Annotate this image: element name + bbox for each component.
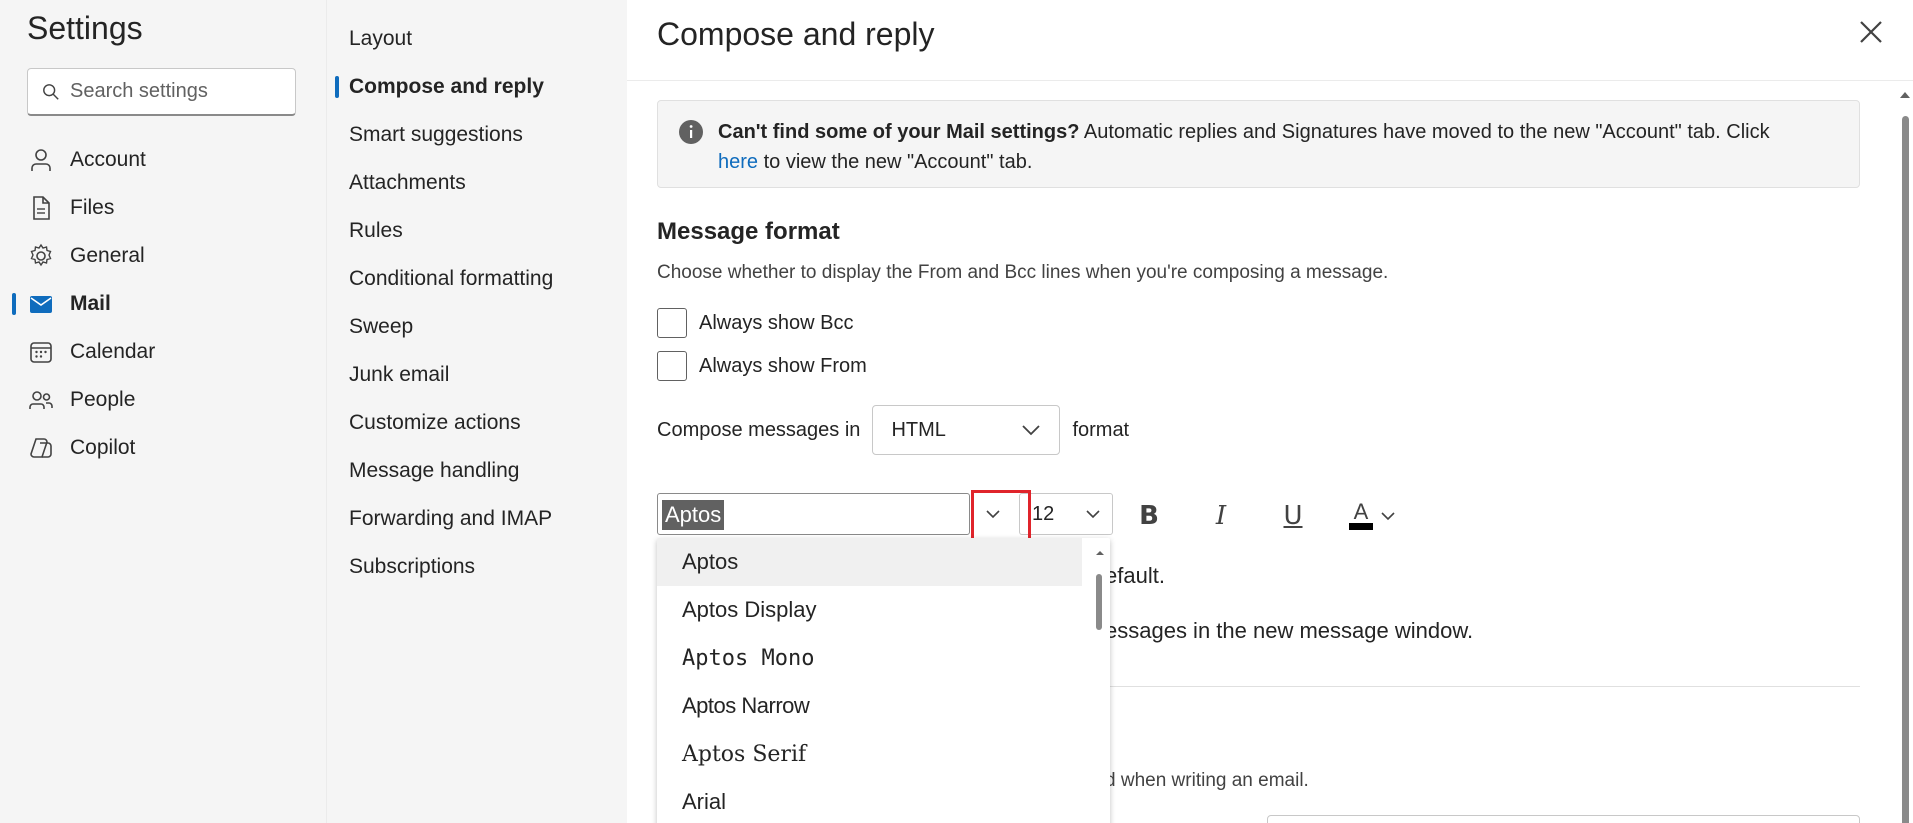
sub-item-rules[interactable]: Rules: [349, 211, 403, 251]
settings-nav-pane: Settings Account Files General Mail Cale…: [0, 0, 326, 823]
search-settings-box[interactable]: [27, 68, 296, 116]
checkbox-label: Always show Bcc: [699, 311, 854, 334]
sub-item-customize-actions[interactable]: Customize actions: [349, 403, 521, 443]
sub-item-message-handling[interactable]: Message handling: [349, 451, 519, 491]
header-divider: [627, 80, 1913, 81]
nav-item-calendar[interactable]: Calendar: [0, 330, 326, 374]
nav-item-label: General: [70, 244, 145, 267]
nav-item-label: People: [70, 388, 136, 411]
sub-item-conditional-formatting[interactable]: Conditional formatting: [349, 259, 553, 299]
nav-item-general[interactable]: General: [0, 234, 326, 278]
new-window-text-partial: essages in the new message window.: [1105, 618, 1474, 643]
font-dropdown-list: Aptos Aptos Display Aptos Mono Aptos Nar…: [657, 538, 1110, 823]
dropdown-scrollbar-thumb[interactable]: [1096, 574, 1102, 630]
nav-item-label: Files: [70, 196, 115, 219]
compose-format-select[interactable]: HTML: [872, 405, 1061, 455]
chevron-down-icon: [1086, 510, 1100, 519]
chevron-down-icon: [1381, 512, 1395, 521]
people-icon: [29, 391, 53, 409]
info-icon: [679, 120, 703, 144]
sub-item-compose-and-reply[interactable]: Compose and reply: [335, 67, 544, 107]
message-format-description: Choose whether to display the From and B…: [657, 262, 1389, 283]
sub-item-smart-suggestions[interactable]: Smart suggestions: [349, 115, 523, 155]
checkbox-box[interactable]: [657, 351, 687, 381]
nav-item-account[interactable]: Account: [0, 138, 326, 182]
mail-subsettings-nav: Layout Compose and reply Smart suggestio…: [326, 0, 627, 823]
checkbox-label: Always show From: [699, 354, 867, 377]
font-name-combobox[interactable]: Aptos: [657, 493, 970, 535]
nav-item-label: Copilot: [70, 436, 136, 459]
calendar-icon: [30, 342, 52, 363]
page-title: Compose and reply: [657, 16, 935, 52]
nav-item-label: Account: [70, 148, 146, 171]
checkbox-box[interactable]: [657, 308, 687, 338]
nav-item-files[interactable]: Files: [0, 186, 326, 230]
font-name-value[interactable]: Aptos: [662, 500, 725, 530]
always-show-bcc-checkbox[interactable]: Always show Bcc: [657, 308, 854, 338]
nav-item-label: Mail: [70, 292, 111, 315]
person-icon: [31, 149, 51, 171]
close-icon[interactable]: [1853, 14, 1889, 50]
banner-text: Automatic replies and Signatures have mo…: [1079, 121, 1770, 143]
compose-and-reply-panel: Compose and reply Can't find some of you…: [627, 0, 1913, 823]
underline-button[interactable]: U: [1275, 498, 1311, 534]
sub-item-subscriptions[interactable]: Subscriptions: [349, 547, 475, 587]
message-format-heading: Message format: [657, 218, 840, 245]
always-show-from-checkbox[interactable]: Always show From: [657, 351, 867, 381]
compose-suffix-label: format: [1072, 418, 1130, 441]
compose-format-row: Compose messages in HTML format: [657, 405, 1129, 455]
nav-item-people[interactable]: People: [0, 378, 326, 422]
font-option-aptos-narrow[interactable]: Aptos Narrow: [657, 682, 1082, 730]
banner-text-2: to view the new "Account" tab.: [758, 151, 1033, 173]
account-tab-link[interactable]: here: [718, 151, 758, 173]
bold-button[interactable]: B: [1131, 498, 1167, 534]
font-option-aptos[interactable]: Aptos: [657, 538, 1082, 586]
sub-item-layout[interactable]: Layout: [349, 19, 412, 59]
nav-item-mail[interactable]: Mail: [0, 282, 326, 326]
default-font-text-partial: efault.: [1105, 563, 1165, 588]
font-option-aptos-serif[interactable]: Aptos Serif: [657, 730, 1082, 778]
font-size-value: 12: [1032, 502, 1055, 525]
italic-button[interactable]: I: [1203, 498, 1239, 534]
sub-item-attachments[interactable]: Attachments: [349, 163, 466, 203]
nav-item-label: Calendar: [70, 340, 156, 363]
document-icon: [33, 196, 50, 220]
compose-prefix-label: Compose messages in: [657, 418, 861, 441]
sub-item-forwarding-and-imap[interactable]: Forwarding and IMAP: [349, 499, 552, 539]
font-option-arial[interactable]: Arial: [657, 778, 1082, 823]
nav-item-copilot[interactable]: Copilot: [0, 426, 326, 470]
dropdown-scroll-up-icon[interactable]: [1094, 548, 1106, 558]
scroll-up-arrow-icon[interactable]: [1899, 90, 1911, 100]
chevron-down-icon: [1022, 425, 1041, 436]
font-option-aptos-display[interactable]: Aptos Display: [657, 586, 1082, 634]
search-icon: [43, 83, 59, 100]
search-input[interactable]: [70, 80, 270, 103]
font-option-aptos-mono[interactable]: Aptos Mono: [657, 634, 1082, 682]
font-color-button[interactable]: A: [1349, 498, 1409, 534]
info-banner: Can't find some of your Mail settings? A…: [657, 100, 1860, 188]
copilot-icon: [30, 438, 52, 458]
section-divider: [1017, 686, 1860, 687]
font-size-select[interactable]: 12: [1019, 493, 1113, 535]
banner-bold-text: Can't find some of your Mail settings?: [718, 121, 1080, 143]
compose-format-value: HTML: [891, 418, 946, 441]
main-scrollbar-thumb[interactable]: [1902, 116, 1909, 823]
mail-icon: [30, 296, 52, 313]
gear-icon: [30, 243, 52, 267]
font-color-icon: A: [1349, 501, 1373, 530]
sub-item-sweep[interactable]: Sweep: [349, 307, 413, 347]
sub-item-junk-email[interactable]: Junk email: [349, 355, 449, 395]
writing-email-text-partial: d when writing an email.: [1105, 770, 1309, 791]
bottom-input-field[interactable]: [1267, 815, 1860, 823]
settings-title: Settings: [27, 10, 143, 46]
